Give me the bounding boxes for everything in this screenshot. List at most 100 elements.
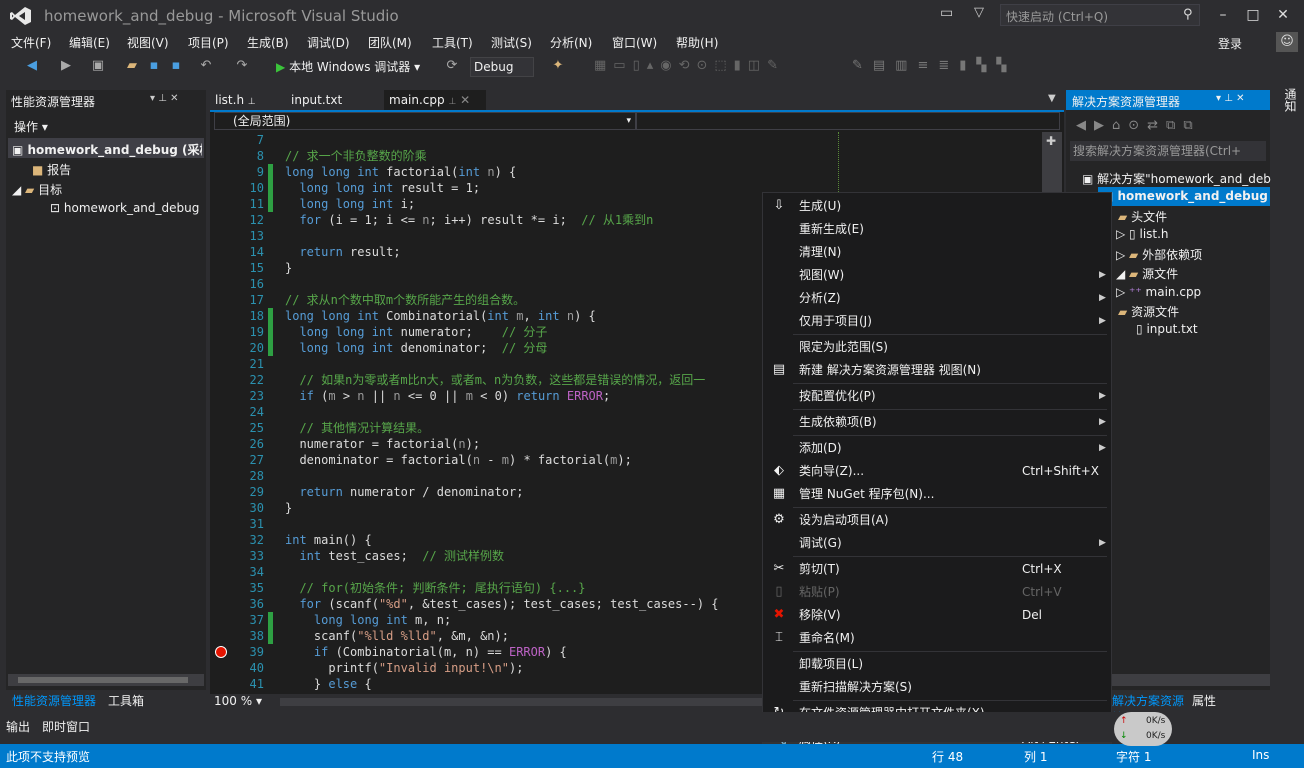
code-text: denominator = factorial(n - m) * factori… [285,453,632,467]
tree-item-target-project[interactable]: ⊡ homework_and_debug [50,201,199,215]
start-debugging-button[interactable]: ▶ 本地 Windows 调试器 ▾ [276,57,420,77]
tab-main-cpp[interactable]: main.cpp ⊥ ✕ [384,90,486,110]
folder-source-files[interactable]: ◢ ▰ 源文件 [1116,265,1178,282]
folder-external-deps[interactable]: ▷ ▰ 外部依赖项 [1116,246,1202,263]
line-number: 24 [249,405,264,419]
refresh-icon[interactable]: ⟳ [444,58,460,74]
minimize-button[interactable]: – [1208,4,1238,26]
folder-header-files[interactable]: ▰ 头文件 [1118,208,1167,225]
status-bar: 此项不支持预览 行 48 列 1 字符 1 Ins [0,744,1304,768]
save-all-icon[interactable]: ▪ [168,58,184,74]
folder-icon: ■ [32,163,44,177]
menu-debug[interactable]: 调试(D) [307,34,350,51]
actions-dropdown[interactable]: 操作 ▾ [14,118,48,135]
code-line[interactable]: 9 long long int factorial(int n) { [210,164,1050,180]
new-project-icon[interactable]: ▣ [90,58,106,74]
menu-tools[interactable]: 工具(T) [432,34,473,51]
file-input-txt[interactable]: ▯ input.txt [1136,322,1198,336]
context-menu-item[interactable]: ⌶ 重命名(M) [763,627,1111,649]
find-in-files-icon[interactable]: ✦ [550,58,566,74]
member-select[interactable] [636,112,1060,130]
context-menu-item[interactable]: 调试(G) ▶ [763,532,1111,554]
tab-immediate-window[interactable]: 即时窗口 [42,718,90,735]
quick-launch-input[interactable]: 快速启动 (Ctrl+Q) ⚲ [1000,4,1200,26]
context-menu-item[interactable]: ⚙ 设为启动项目(A) [763,509,1111,531]
zoom-select[interactable]: 100 % ▾ [214,694,270,708]
tab-input-txt[interactable]: input.txt [286,90,347,110]
context-menu-item[interactable]: ⬖ 类向导(Z)... Ctrl+Shift+X [763,460,1111,482]
undo-icon[interactable]: ↶ [198,58,214,74]
solution-explorer-toolbar[interactable]: ◀▶⌂⊙⇄⧉⧉ [1076,118,1201,133]
context-menu-item[interactable]: ▯ 粘贴(P) Ctrl+V [763,581,1111,603]
tab-output[interactable]: 输出 [6,718,30,735]
save-icon[interactable]: ▪ [146,58,162,74]
panel-options-icon[interactable]: ▾ ⊥ ✕ [150,93,178,104]
project-node[interactable]: ▣ homework_and_debug [1102,189,1268,203]
context-menu-item[interactable]: ✂ 剪切(T) Ctrl+X [763,558,1111,580]
breakpoint-icon[interactable] [215,646,227,658]
navigate-back-icon[interactable]: ◀ [24,58,40,74]
context-menu-item[interactable]: ✖ 移除(V) Del [763,604,1111,626]
scope-select[interactable]: (全局范围) ▾ [214,112,636,130]
menu-view[interactable]: 视图(V) [127,34,169,51]
context-menu-item[interactable]: ⇩ 生成(U) [763,195,1111,217]
notifications-strip: 通知 [1276,86,1304,746]
context-menu-item[interactable]: 添加(D) ▶ [763,437,1111,459]
filter-icon[interactable]: ▽ [974,5,984,20]
context-menu-item[interactable]: 卸载项目(L) [763,653,1111,675]
file-list-h[interactable]: ▷ ▯ list.h [1116,227,1169,241]
menu-project[interactable]: 项目(P) [188,34,229,51]
context-menu-item[interactable]: ▤ 新建 解决方案资源管理器 视图(N) [763,359,1111,381]
file-main-cpp[interactable]: ▷ ⁺⁺ main.cpp [1116,285,1201,299]
horizontal-scrollbar[interactable] [8,674,204,686]
menu-test[interactable]: 测试(S) [491,34,532,51]
context-menu-item[interactable]: 仅用于项目(J) ▶ [763,310,1111,332]
context-menu-item[interactable]: ▦ 管理 NuGet 程序包(N)... [763,483,1111,505]
context-menu-item[interactable]: 视图(W) ▶ [763,264,1111,286]
horizontal-scrollbar[interactable] [1112,674,1270,686]
open-file-icon[interactable]: ▰ [124,58,140,74]
change-marker [268,612,273,628]
tab-list-h[interactable]: list.h ⊥ [210,90,261,110]
navigate-forward-icon[interactable]: ▶ [58,58,74,74]
menu-file[interactable]: 文件(F) [11,34,51,51]
context-menu-item[interactable]: 生成依赖项(B) ▶ [763,411,1111,433]
feedback-icon[interactable]: ▭ [940,5,953,21]
solution-search-input[interactable]: 搜索解决方案资源管理器(Ctrl+ [1070,141,1266,161]
redo-icon[interactable]: ↷ [234,58,250,74]
context-menu-item[interactable]: 限定为此范围(S) [763,336,1111,358]
context-menu-item[interactable]: 重新生成(E) [763,218,1111,240]
tree-item-targets[interactable]: ◢ ▰ 目标 [12,181,62,198]
context-menu-item[interactable]: 重新扫描解决方案(S) [763,676,1111,698]
project-icon: ⊡ [50,201,61,215]
maximize-button[interactable]: □ [1238,4,1268,26]
tab-properties[interactable]: 属性 [1192,692,1216,709]
menu-build[interactable]: 生成(B) [247,34,289,51]
pin-icon[interactable]: ⊥ [448,97,456,107]
context-menu-item[interactable]: 按配置优化(P) ▶ [763,385,1111,407]
menu-edit[interactable]: 编辑(E) [69,34,110,51]
folder-resource-files[interactable]: ▰ 资源文件 [1118,303,1179,320]
pin-icon[interactable]: ⊥ [248,97,256,107]
panel-options-icon[interactable]: ▾ ⊥ ✕ [1216,93,1244,104]
context-menu-item[interactable]: 清理(N) [763,241,1111,263]
tab-performance-explorer[interactable]: 性能资源管理器 [12,692,96,709]
tab-overflow-icon[interactable]: ▼ [1048,93,1056,104]
menu-analyze[interactable]: 分析(N) [550,34,592,51]
code-line[interactable]: 8 // 求一个非负整数的阶乘 [210,148,1050,164]
menu-window[interactable]: 窗口(W) [612,34,657,51]
code-text: int test_cases; // 测试样例数 [299,549,504,563]
context-menu-item[interactable]: 分析(Z) ▶ [763,287,1111,309]
solution-configuration-select[interactable]: Debug [470,57,534,77]
menu-team[interactable]: 团队(M) [368,34,412,51]
tree-item-reports[interactable]: ■ 报告 [32,161,71,178]
code-line[interactable]: 7 [210,132,1050,148]
close-tab-icon[interactable]: ✕ [460,93,470,107]
menu-help[interactable]: 帮助(H) [676,34,718,51]
tab-toolbox[interactable]: 工具箱 [108,692,144,709]
close-button[interactable]: ✕ [1268,4,1298,26]
cpp-file-icon: ⁺⁺ [1129,285,1142,299]
notifications-tab[interactable]: 通知 [1282,88,1299,112]
tree-item-session[interactable]: ▣ homework_and_debug (采样 [12,141,202,158]
solution-node[interactable]: ▣ 解决方案"homework_and_deb [1082,170,1272,187]
